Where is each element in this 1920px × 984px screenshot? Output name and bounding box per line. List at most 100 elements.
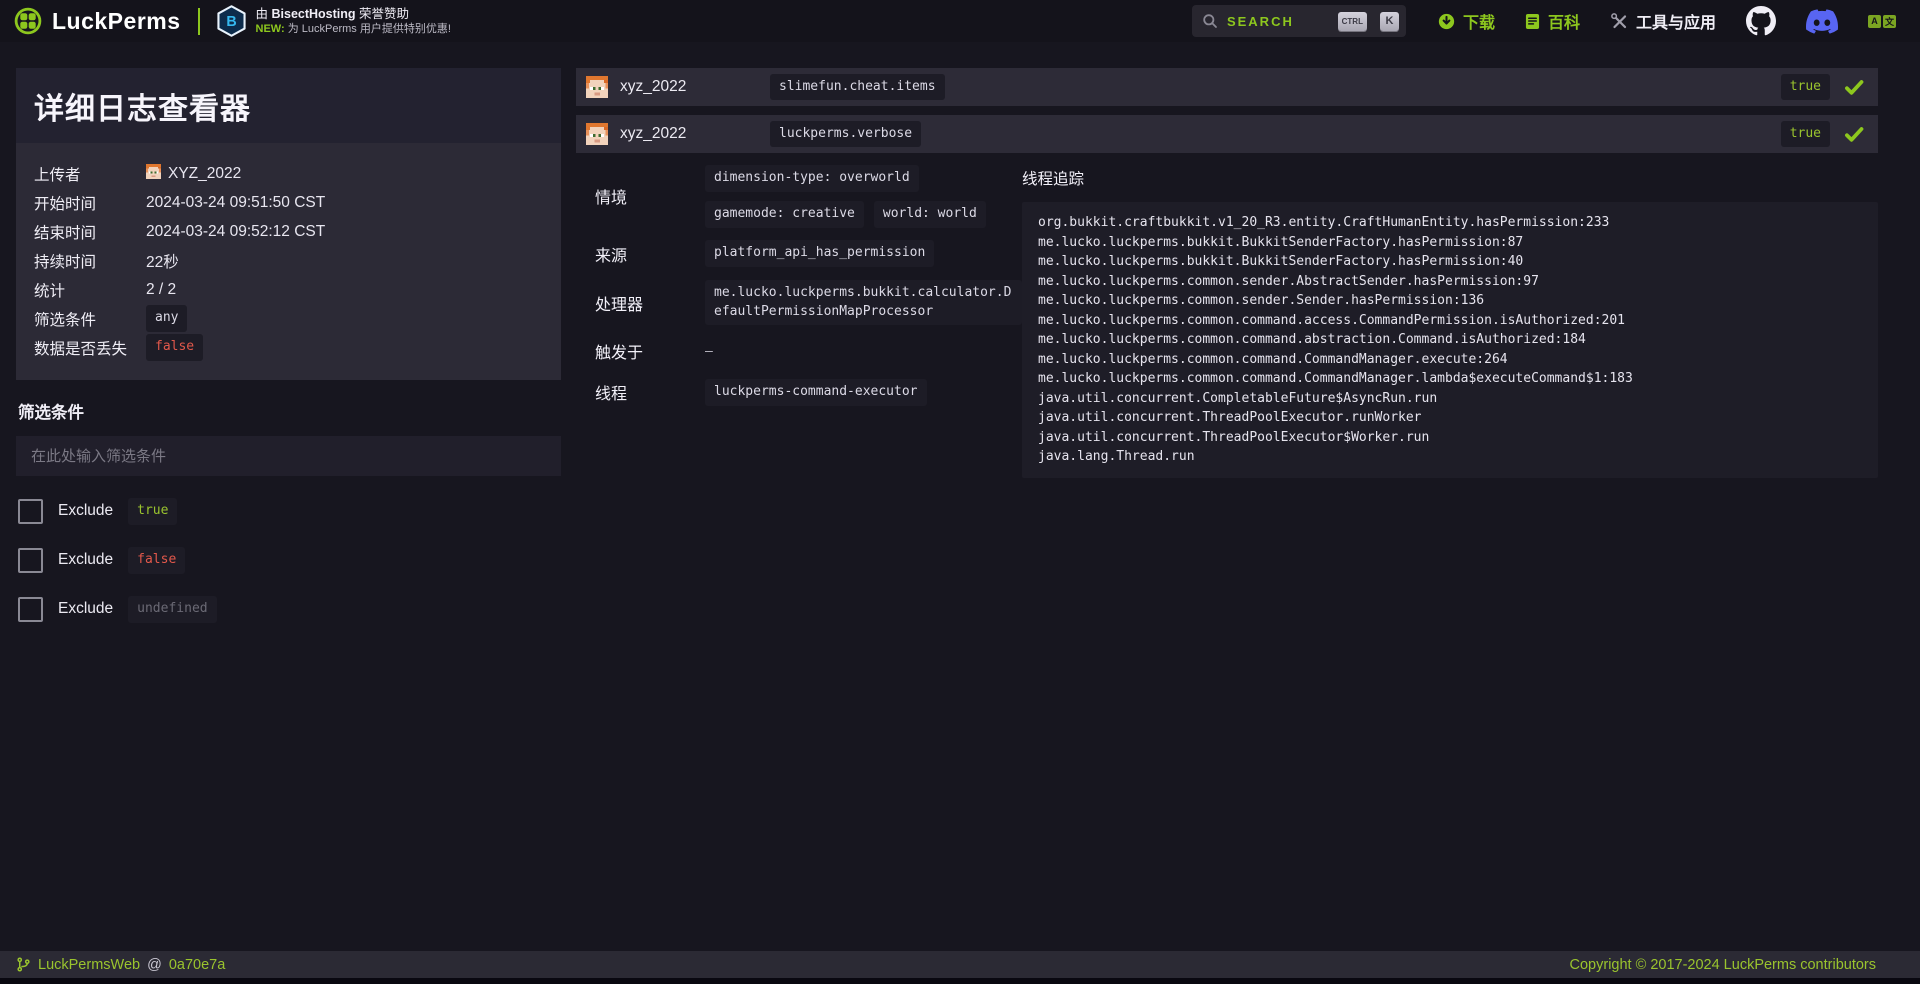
detail-row-thread: 线程 luckperms-command-executor — [595, 377, 1022, 407]
sidebar-meta-panel: 上传者 — [16, 143, 561, 380]
footer-copyright: Copyright © 2017-2024 LuckPerms contribu… — [1570, 957, 1876, 973]
check-icon — [1844, 77, 1864, 97]
ctrl-keycap: CTRL — [1338, 12, 1367, 31]
nav-link-wiki[interactable]: 百科 — [1525, 9, 1580, 33]
exclude-false-checkbox[interactable] — [18, 548, 43, 573]
trace-line: java.util.concurrent.CompletableFuture$A… — [1038, 389, 1862, 409]
meta-value-filter: any — [146, 305, 187, 332]
meta-row-start: 开始时间 2024-03-24 09:51:50 CST — [34, 188, 543, 217]
trace-line: org.bukkit.craftbukkit.v1_20_R3.entity.C… — [1038, 213, 1862, 233]
exclude-undefined-checkbox[interactable] — [18, 597, 43, 622]
exclude-true-value: true — [128, 498, 177, 525]
uploader-name: XYZ_2022 — [168, 165, 241, 183]
nav-link-download[interactable]: 下载 — [1438, 9, 1495, 33]
exclude-true-row: Exclude true — [16, 498, 561, 525]
player-avatar — [586, 123, 608, 145]
footer-commit-hash: 0a70e7a — [169, 957, 225, 973]
sidebar: 详细日志查看器 上传者 — [16, 68, 561, 623]
git-branch-icon — [16, 957, 31, 972]
trace-line: me.lucko.luckperms.common.command.Comman… — [1038, 350, 1862, 370]
exclude-false-row: Exclude false — [16, 547, 561, 574]
search-icon — [1202, 13, 1218, 29]
log-entry-row[interactable]: xyz_2022 slimefun.cheat.items true — [576, 68, 1878, 106]
meta-value-count: 2 / 2 — [146, 281, 176, 299]
meta-row-duration: 持续时间 22秒 — [34, 246, 543, 275]
detail-label: 线程 — [595, 380, 705, 404]
brand[interactable]: LuckPerms — [14, 7, 181, 35]
trace-heading: 线程追踪 — [1022, 167, 1878, 189]
exclude-label: Exclude — [58, 551, 113, 569]
page-title: 详细日志查看器 — [34, 84, 543, 128]
thread-badge: luckperms-command-executor — [705, 379, 927, 406]
entry-result-badge: true — [1781, 74, 1830, 101]
content: 详细日志查看器 上传者 — [0, 42, 1920, 951]
meta-row-uploader: 上传者 — [34, 159, 543, 188]
filter-input[interactable] — [16, 436, 561, 476]
github-icon — [1746, 6, 1776, 36]
meta-value-uploader: XYZ_2022 — [146, 164, 241, 184]
meta-label: 结束时间 — [34, 221, 146, 243]
github-link[interactable] — [1746, 6, 1776, 36]
meta-row-end: 结束时间 2024-03-24 09:52:12 CST — [34, 217, 543, 246]
log-entry-row[interactable]: xyz_2022 luckperms.verbose true — [576, 115, 1878, 153]
footer-repo-name: LuckPermsWeb — [38, 957, 140, 973]
trace-line: me.lucko.luckperms.common.sender.Abstrac… — [1038, 272, 1862, 292]
entry-username: xyz_2022 — [620, 78, 770, 96]
detail-label: 情境 — [595, 184, 705, 208]
meta-row-truncated: 数据是否丢失 false — [34, 333, 543, 362]
entry-detail: 情境 dimension-type: overworld gamemode: c… — [576, 165, 1878, 478]
detail-row-origin: 来源 platform_api_has_permission — [595, 239, 1022, 269]
bisecthosting-logo-icon: B — [217, 5, 246, 37]
navbar-links: 下载 百科 工具与应用 — [1438, 6, 1896, 36]
meta-value-start: 2024-03-24 09:51:50 CST — [146, 194, 325, 212]
sponsor-banner[interactable]: B 由 BisectHosting 荣誉赞助 NEW: 为 LuckPerms … — [217, 5, 451, 37]
sidebar-header: 详细日志查看器 — [16, 68, 561, 143]
filter-mode-badge: any — [146, 305, 187, 332]
trace-line: me.lucko.luckperms.common.command.access… — [1038, 311, 1862, 331]
meta-value-end: 2024-03-24 09:52:12 CST — [146, 223, 325, 241]
detail-label: 处理器 — [595, 291, 705, 315]
search-label: SEARCH — [1227, 14, 1325, 29]
meta-value-truncated: false — [146, 334, 203, 361]
origin-badge: platform_api_has_permission — [705, 240, 934, 267]
trace-box: org.bukkit.craftbukkit.v1_20_R3.entity.C… — [1022, 202, 1878, 478]
translate-cjk-icon: 文 — [1883, 15, 1896, 28]
check-icon — [1844, 124, 1864, 144]
search-box[interactable]: SEARCH CTRL K — [1192, 5, 1406, 37]
trace-line: me.lucko.luckperms.common.sender.Sender.… — [1038, 291, 1862, 311]
trace-line: me.lucko.luckperms.bukkit.BukkitSenderFa… — [1038, 233, 1862, 253]
nav-link-download-label: 下载 — [1463, 9, 1495, 33]
tools-icon — [1610, 12, 1628, 30]
entry-permission: luckperms.verbose — [770, 121, 921, 148]
trace-line: me.lucko.luckperms.common.command.Comman… — [1038, 369, 1862, 389]
meta-value-duration: 22秒 — [146, 250, 179, 272]
trace-line: java.util.concurrent.ThreadPoolExecutor$… — [1038, 428, 1862, 448]
brand-name: LuckPerms — [52, 8, 181, 35]
discord-link[interactable] — [1806, 9, 1838, 34]
trace-line: me.lucko.luckperms.common.command.abstra… — [1038, 330, 1862, 350]
footer-repo-link[interactable]: LuckPermsWeb @ 0a70e7a — [16, 957, 225, 973]
language-switcher[interactable]: A 文 — [1868, 15, 1896, 28]
exclude-undefined-row: Exclude undefined — [16, 596, 561, 623]
cause-value: — — [705, 344, 713, 359]
entry-detail-fields: 情境 dimension-type: overworld gamemode: c… — [595, 165, 1022, 478]
uploader-avatar — [146, 164, 161, 184]
sponsor-line2: NEW: 为 LuckPerms 用户提供特别优惠! — [256, 22, 451, 36]
meta-label: 统计 — [34, 279, 146, 301]
detail-row-processor: 处理器 me.lucko.luckperms.bukkit.calculator… — [595, 280, 1022, 326]
trace-line: java.util.concurrent.ThreadPoolExecutor.… — [1038, 408, 1862, 428]
context-badge: gamemode: creative — [705, 201, 864, 228]
exclude-true-checkbox[interactable] — [18, 499, 43, 524]
navbar-divider — [198, 8, 200, 35]
download-icon — [1438, 13, 1455, 30]
nav-link-tools[interactable]: 工具与应用 — [1610, 9, 1716, 33]
bisecthosting-logo-letter: B — [226, 14, 236, 30]
exclude-false-value: false — [128, 547, 185, 574]
filter-section-heading: 筛选条件 — [18, 399, 561, 423]
entry-username: xyz_2022 — [620, 125, 770, 143]
meta-label: 持续时间 — [34, 250, 146, 272]
meta-label: 上传者 — [34, 163, 146, 185]
log-list: xyz_2022 slimefun.cheat.items true — [576, 68, 1878, 478]
exclude-label: Exclude — [58, 600, 113, 618]
player-avatar — [586, 76, 608, 98]
